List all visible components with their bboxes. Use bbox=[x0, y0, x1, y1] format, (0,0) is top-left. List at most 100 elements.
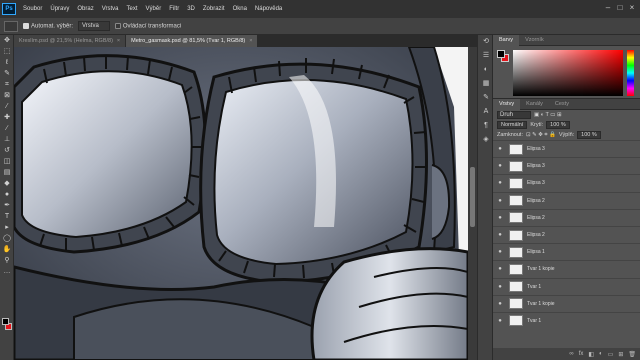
lasso-tool-icon[interactable]: ℓ bbox=[0, 57, 14, 68]
menu-napoveda[interactable]: Nápověda bbox=[251, 6, 286, 12]
new-group-icon[interactable]: ▭ bbox=[608, 351, 614, 358]
visibility-eye-icon[interactable]: ● bbox=[495, 215, 505, 221]
menu-zobrazit[interactable]: Zobrazit bbox=[199, 6, 229, 12]
minimize-icon[interactable]: – bbox=[602, 2, 614, 14]
link-layers-icon[interactable]: ∞ bbox=[569, 351, 573, 357]
menu-filtr[interactable]: Filtr bbox=[165, 6, 183, 12]
color-picker-field[interactable] bbox=[513, 50, 623, 96]
tab-barvy[interactable]: Barvy bbox=[493, 34, 520, 46]
trash-icon[interactable]: 🗑 bbox=[628, 351, 636, 358]
maximize-icon[interactable]: □ bbox=[614, 2, 626, 14]
blur-tool-icon[interactable]: ◆ bbox=[0, 178, 14, 189]
stamp-tool-icon[interactable]: ⊥ bbox=[0, 134, 14, 145]
checkbox-unchecked-icon[interactable] bbox=[114, 22, 121, 29]
history-brush-icon[interactable]: ↺ bbox=[0, 145, 14, 156]
blend-mode-dropdown[interactable]: Normální bbox=[497, 121, 528, 129]
zoom-tool-icon[interactable]: ⚲ bbox=[0, 255, 14, 266]
visibility-eye-icon[interactable]: ● bbox=[495, 163, 505, 169]
layer-row[interactable]: ● Tvar 1 kopie bbox=[493, 294, 640, 312]
lock-icons[interactable]: ⊡ ✎ ✥ ⌗ 🔒 bbox=[526, 132, 556, 139]
path-select-tool-icon[interactable]: ▸ bbox=[0, 222, 14, 233]
layer-row[interactable]: ● Elipsa 1 bbox=[493, 243, 640, 260]
tab-vrstvy[interactable]: Vrstvy bbox=[493, 98, 521, 110]
new-layer-icon[interactable]: ⊞ bbox=[618, 351, 623, 358]
vertical-scrollbar[interactable] bbox=[468, 47, 477, 360]
layer-row[interactable]: ● Elipsa 3 bbox=[493, 157, 640, 174]
visibility-eye-icon[interactable]: ● bbox=[495, 318, 505, 324]
menu-upravy[interactable]: Úpravy bbox=[46, 6, 73, 12]
layer-style-icon[interactable]: fx bbox=[579, 351, 584, 357]
layer-row[interactable]: ● Tvar 1 bbox=[493, 277, 640, 295]
paragraph-panel-icon[interactable]: ¶ bbox=[478, 119, 494, 133]
tab-cesty[interactable]: Cesty bbox=[549, 99, 575, 110]
menu-vyber[interactable]: Výběr bbox=[142, 6, 166, 12]
3d-panel-icon[interactable]: ◈ bbox=[478, 133, 494, 147]
autoselect-dropdown[interactable]: Vrstva bbox=[78, 21, 110, 31]
layer-row[interactable]: ● Elipsa 3 bbox=[493, 174, 640, 191]
properties-panel-icon[interactable]: ☰ bbox=[478, 49, 494, 63]
hue-slider[interactable] bbox=[627, 50, 634, 96]
crop-tool-icon[interactable]: ⌗ bbox=[0, 79, 14, 90]
libraries-panel-icon[interactable]: ▦ bbox=[478, 77, 494, 91]
gradient-tool-icon[interactable]: ▤ bbox=[0, 167, 14, 178]
foreground-color-swatch[interactable] bbox=[2, 318, 9, 325]
quick-select-tool-icon[interactable]: ✎ bbox=[0, 68, 14, 79]
layer-row[interactable]: ● Elipsa 2 bbox=[493, 225, 640, 243]
eraser-tool-icon[interactable]: ◫ bbox=[0, 156, 14, 167]
adjustment-layer-icon[interactable]: ◐ bbox=[599, 351, 603, 357]
panel-foreground-swatch[interactable] bbox=[497, 50, 505, 58]
opacity-input[interactable]: 100 % bbox=[546, 121, 570, 129]
marquee-tool-icon[interactable]: ⬚ bbox=[0, 46, 14, 57]
brush-tool-icon[interactable]: ∕ bbox=[0, 123, 14, 134]
menu-obraz[interactable]: Obraz bbox=[73, 6, 97, 12]
menu-vrstva[interactable]: Vrstva bbox=[98, 6, 123, 12]
menu-okna[interactable]: Okna bbox=[229, 6, 251, 12]
layer-row[interactable]: ● Elipsa 2 bbox=[493, 208, 640, 226]
visibility-eye-icon[interactable]: ● bbox=[495, 301, 505, 307]
visibility-eye-icon[interactable]: ● bbox=[495, 198, 505, 204]
fill-input[interactable]: 100 % bbox=[577, 131, 601, 139]
add-mask-icon[interactable]: ◧ bbox=[588, 351, 594, 358]
move-tool-preset-icon[interactable] bbox=[4, 20, 18, 32]
character-panel-icon[interactable]: A bbox=[478, 105, 494, 119]
tab-vzornik[interactable]: Vzorník bbox=[519, 35, 550, 46]
layer-row[interactable]: ● Elipsa 3 bbox=[493, 140, 640, 157]
autoselect-option[interactable]: Automat. výběr: bbox=[23, 22, 73, 29]
menu-soubor[interactable]: Soubor bbox=[19, 6, 46, 12]
pen-tool-icon[interactable]: ✒ bbox=[0, 200, 14, 211]
visibility-eye-icon[interactable]: ● bbox=[495, 146, 505, 152]
frame-tool-icon[interactable]: ⊠ bbox=[0, 90, 14, 101]
history-panel-icon[interactable]: ⟲ bbox=[478, 35, 494, 49]
menu-text[interactable]: Text bbox=[123, 6, 142, 12]
layer-row[interactable]: ● Tvar 1 bbox=[493, 311, 640, 329]
tab-kreslim[interactable]: Kreslím.psd @ 21,5% (Helma, RGB/8) × bbox=[14, 35, 127, 47]
shape-tool-icon[interactable]: ◯ bbox=[0, 233, 14, 244]
visibility-eye-icon[interactable]: ● bbox=[495, 266, 505, 272]
dodge-tool-icon[interactable]: ● bbox=[0, 189, 14, 200]
filter-kind-dropdown[interactable]: Druh bbox=[497, 111, 531, 119]
document-canvas[interactable] bbox=[14, 47, 468, 360]
more-tools-icon[interactable]: … bbox=[0, 266, 14, 277]
visibility-eye-icon[interactable]: ● bbox=[495, 232, 505, 238]
visibility-eye-icon[interactable]: ● bbox=[495, 284, 505, 290]
brushes-panel-icon[interactable]: ✎ bbox=[478, 91, 494, 105]
eyedropper-tool-icon[interactable]: ⁄ bbox=[0, 101, 14, 112]
adjustments-panel-icon[interactable]: ◐ bbox=[478, 63, 494, 77]
move-tool-icon[interactable]: ✥ bbox=[0, 35, 14, 46]
scrollbar-thumb[interactable] bbox=[470, 167, 475, 227]
hand-tool-icon[interactable]: ✋ bbox=[0, 244, 14, 255]
tab-kanaly[interactable]: Kanály bbox=[520, 99, 549, 110]
layer-row[interactable]: ● Tvar 1 kopie bbox=[493, 260, 640, 277]
type-tool-icon[interactable]: T bbox=[0, 211, 14, 222]
visibility-eye-icon[interactable]: ● bbox=[495, 180, 505, 186]
close-icon[interactable]: × bbox=[626, 2, 638, 14]
transform-option[interactable]: Ovládací transformaci bbox=[114, 22, 181, 29]
close-tab-icon[interactable]: × bbox=[117, 38, 120, 44]
tab-metro-gasmask[interactable]: Metro_gasmask.psd @ 81,5% (Tvar 1, RGB/8… bbox=[126, 35, 259, 47]
menu-3d[interactable]: 3D bbox=[183, 6, 199, 12]
close-tab-icon[interactable]: × bbox=[249, 38, 252, 44]
filter-icons[interactable]: ▣ ◐ T ▭ ⊞ bbox=[534, 112, 562, 118]
checkbox-checked-icon[interactable] bbox=[23, 22, 29, 29]
layer-row[interactable]: ● Elipsa 2 bbox=[493, 191, 640, 209]
visibility-eye-icon[interactable]: ● bbox=[495, 249, 505, 255]
